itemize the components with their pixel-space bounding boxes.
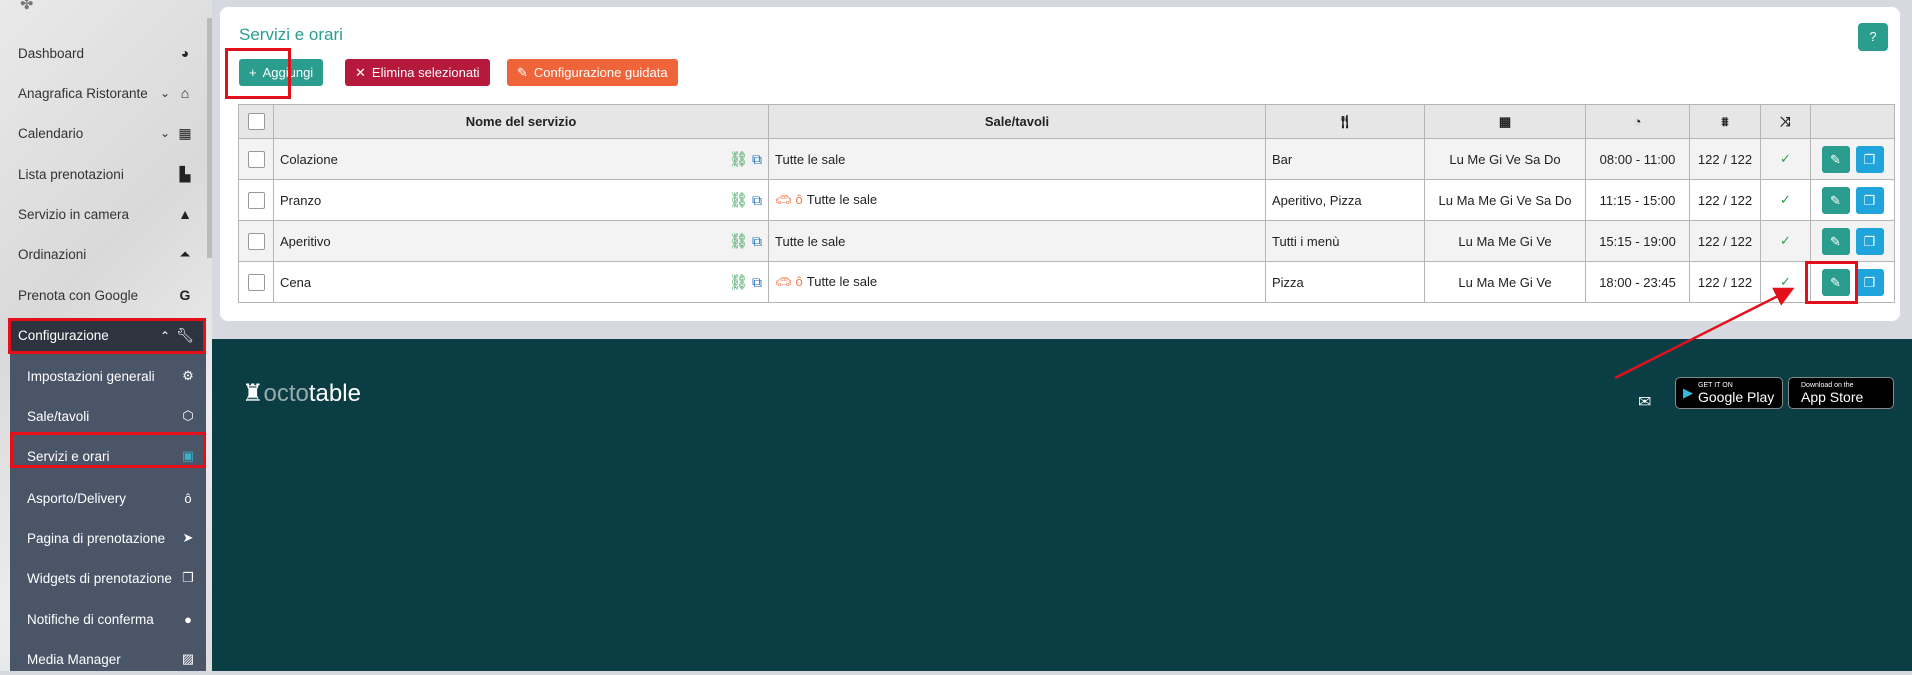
annotation-arrow (1614, 287, 1795, 380)
